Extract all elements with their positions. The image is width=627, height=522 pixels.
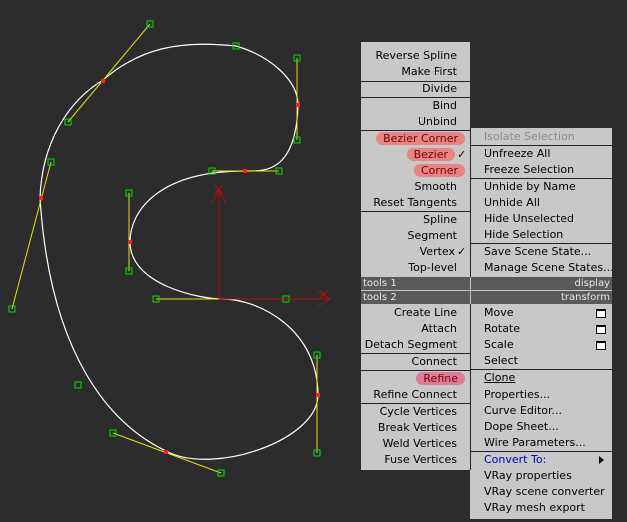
check-icon: ✓ xyxy=(457,148,467,161)
menu-item-vray-properties[interactable]: VRay properties xyxy=(484,468,609,484)
menu-item-vertex[interactable]: Vertex ✓ xyxy=(361,244,469,260)
menu-item-clone[interactable]: Clone xyxy=(484,370,609,386)
menu-item-unhide-all[interactable]: Unhide All xyxy=(484,195,609,211)
menu-item-manage-scene-states[interactable]: Manage Scene States... xyxy=(484,260,614,276)
menu-item-weld-vertices[interactable]: Weld Vertices xyxy=(361,436,457,452)
menu-item-move[interactable]: Move xyxy=(484,305,612,321)
menu-item-corner[interactable]: Corner xyxy=(361,163,465,179)
menu-item-reset-tangents[interactable]: Reset Tangents xyxy=(361,195,457,211)
menu-item-isolate-selection[interactable]: Isolate Selection xyxy=(484,129,609,145)
menu-item-top-level[interactable]: Top-level xyxy=(361,260,457,276)
menu-item-rotate[interactable]: Rotate xyxy=(484,321,612,337)
vertex-handles[interactable] xyxy=(8,20,321,477)
menu-item-convert-to[interactable]: Convert To: xyxy=(484,452,612,468)
menu-item-refine[interactable]: Refine xyxy=(361,371,465,387)
menu-item-fuse-vertices[interactable]: Fuse Vertices xyxy=(361,452,457,468)
menu-item-connect[interactable]: Connect xyxy=(361,354,457,370)
menu-item-break-vertices[interactable]: Break Vertices xyxy=(361,420,457,436)
menu-item-segment[interactable]: Segment xyxy=(361,228,458,244)
menu-item-dope-sheet[interactable]: Dope Sheet... xyxy=(484,419,609,435)
options-box-icon[interactable] xyxy=(596,309,606,318)
vertex-knots[interactable] xyxy=(39,79,320,454)
menu-item-freeze-selection[interactable]: Freeze Selection xyxy=(484,162,609,178)
menu-item-scale[interactable]: Scale xyxy=(484,337,612,353)
quad-header-tools2: tools 2 xyxy=(361,291,470,304)
menu-item-hide-selection[interactable]: Hide Selection xyxy=(484,227,609,243)
quad-divider xyxy=(470,128,471,277)
menu-item-bezier-corner[interactable]: Bezier Corner xyxy=(361,131,465,147)
menu-item-hide-unselected[interactable]: Hide Unselected xyxy=(484,211,609,227)
menu-item-divide[interactable]: Divide xyxy=(361,81,457,97)
menu-item-unbind[interactable]: Unbind xyxy=(361,114,457,130)
menu-item-save-scene-state[interactable]: Save Scene State... xyxy=(484,244,609,260)
menu-item-vray-mesh-export[interactable]: VRay mesh export xyxy=(484,500,609,516)
menu-item-detach-segment[interactable]: Detach Segment xyxy=(361,337,457,353)
quad-header-display: display xyxy=(471,277,612,290)
menu-item-refine-connect[interactable]: Refine Connect xyxy=(361,387,457,403)
quad-header-tools1: tools 1 xyxy=(361,277,470,290)
menu-item-curve-editor[interactable]: Curve Editor... xyxy=(484,403,609,419)
menu-item-attach[interactable]: Attach xyxy=(361,321,457,337)
menu-item-wire-parameters[interactable]: Wire Parameters... xyxy=(484,435,609,451)
menu-item-cycle-vertices[interactable]: Cycle Vertices xyxy=(361,404,457,420)
menu-item-unhide-by-name[interactable]: Unhide by Name xyxy=(484,179,609,195)
spline-curve[interactable] xyxy=(39,43,319,460)
transform-gizmo[interactable] xyxy=(211,184,331,307)
menu-item-spline[interactable]: Spline xyxy=(361,212,457,228)
menu-item-create-line[interactable]: Create Line xyxy=(361,305,457,321)
menu-item-select[interactable]: Select xyxy=(484,353,609,369)
quad-header-transform: transform xyxy=(471,291,612,304)
menu-item-smooth[interactable]: Smooth xyxy=(361,179,457,195)
menu-item-properties[interactable]: Properties... xyxy=(484,387,609,403)
menu-item-reverse-spline[interactable]: Reverse Spline xyxy=(361,48,457,64)
menu-item-make-first[interactable]: Make First xyxy=(361,64,457,80)
options-box-icon[interactable] xyxy=(596,325,606,334)
menu-item-vray-scene-converter[interactable]: VRay scene converter xyxy=(484,484,609,500)
submenu-arrow-icon xyxy=(599,456,604,464)
options-box-icon[interactable] xyxy=(596,341,606,350)
menu-item-unfreeze-all[interactable]: Unfreeze All xyxy=(484,146,609,162)
quad-divider xyxy=(470,304,471,470)
menu-item-bezier[interactable]: Bezier ✓ xyxy=(361,147,469,163)
menu-item-bind[interactable]: Bind xyxy=(361,98,457,114)
tangent-handles xyxy=(11,23,318,474)
check-icon: ✓ xyxy=(457,245,467,258)
